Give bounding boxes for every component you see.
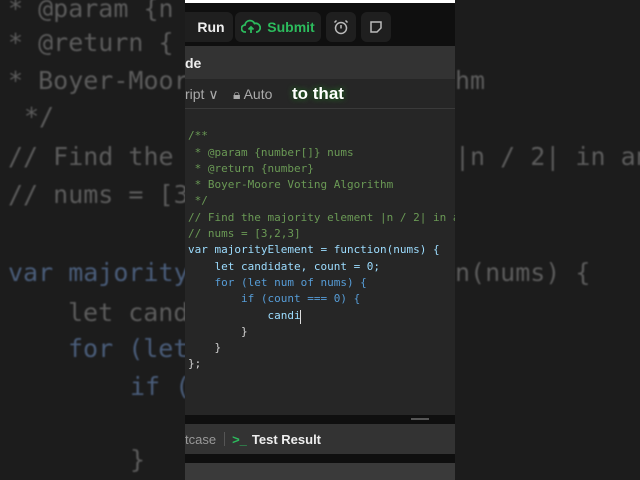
resize-handle[interactable] [411,418,429,420]
language-select[interactable]: ript ∨ [185,86,219,103]
bg-line: |n / 2| in an [455,142,640,171]
code-line: candi [188,308,301,322]
submit-button[interactable]: Submit [235,12,321,42]
chevron-down-icon: ∨ [208,86,219,102]
bg-line: * Boyer-Moore [8,66,204,95]
code-line: * Boyer-Moore Voting Algorithm [188,178,394,192]
bg-line: // Find the [8,142,174,171]
language-label: ript [185,86,205,102]
lock-icon: 🔒︎ [233,86,241,102]
bg-line: * @return { [8,28,174,57]
auto-label: Auto [243,86,273,102]
video-caption: to that [292,84,344,103]
code-line: var majorityElement = function(nums) { [188,243,440,257]
code-line: // nums = [3,2,3] [188,227,301,241]
bg-line: hm [455,66,486,95]
bg-line: * @param {n [8,0,174,23]
code-line: */ [188,194,208,208]
bg-line: if ( [130,372,191,401]
code-line: let candidate, count = 0; [188,259,381,273]
code-line: if (count === 0) { [188,292,361,306]
text-cursor [300,310,301,324]
bg-line: // nums = [3 [8,180,189,209]
bg-line: let cand [68,298,189,327]
code-tab-title[interactable]: de [185,55,201,71]
cloud-upload-icon [241,19,262,33]
alarm-clock-icon [333,19,349,35]
run-button[interactable]: Run [185,12,233,42]
code-tab-header: de [185,46,455,79]
code-line: * @return {number} [188,161,314,175]
divider [224,432,226,446]
bottom-tabs: tcase >_ Test Result [185,424,455,454]
code-line: } [188,341,222,355]
timer-button[interactable] [326,12,356,42]
code-line: } [188,324,248,338]
code-line: }; [188,357,202,371]
bg-line: for (let [68,334,189,363]
code-editor[interactable]: /** * @param {number[]} nums * @return {… [188,112,455,405]
code-line: for (let num of nums) { [188,275,367,289]
submit-label: Submit [267,19,315,35]
code-line: /** [188,129,208,143]
notes-button[interactable] [361,12,391,42]
bg-line: */ [24,102,55,131]
lower-strip [185,463,455,480]
bg-line: } [130,445,146,474]
tab-test-result[interactable]: Test Result [252,432,321,447]
leetcode-editor-panel: Run Submit de ript ∨ 🔒︎ Auto /** * @para… [185,0,455,480]
toolbar: Run Submit [185,0,455,46]
auto-mode[interactable]: 🔒︎ Auto [233,86,272,103]
terminal-icon: >_ [232,431,247,447]
bg-line: n(nums) { [455,258,591,287]
bg-line: var majority [8,258,189,287]
run-label: Run [197,19,225,35]
code-line: // Find the majority element |n / 2| in … [188,210,455,224]
note-icon [370,21,382,33]
tab-testcase[interactable]: tcase [185,432,216,447]
code-line: * @param {number[]} nums [188,145,354,159]
